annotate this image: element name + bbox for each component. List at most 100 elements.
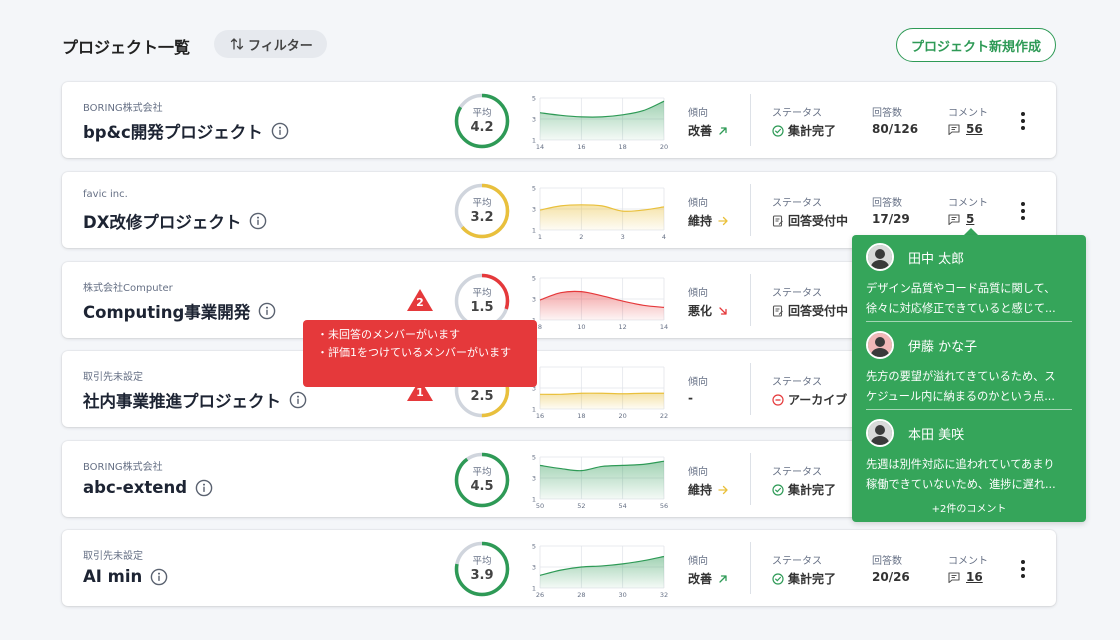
x-tick-label: 8 (538, 323, 542, 331)
comment-icon (948, 571, 960, 583)
comment-line: 先週は別件対応に追われていてあまり (866, 458, 1055, 471)
more-comments-link[interactable]: +2件のコメント (852, 500, 1086, 515)
more-options-icon[interactable] (1015, 110, 1031, 132)
minus-circle-icon (772, 393, 784, 406)
company-name: 株式会社Computer (83, 283, 173, 294)
comments-value[interactable]: 56 (948, 122, 983, 136)
x-tick-label: 16 (536, 412, 544, 420)
dot (1021, 126, 1025, 130)
company-name: BORING株式会社 (83, 103, 163, 114)
arrow-right-icon (718, 216, 728, 225)
y-tick-label: 1 (532, 227, 536, 235)
trend-value: 改善 (688, 122, 728, 139)
status-value: 集計完了 (772, 122, 836, 139)
comment-text: 先方の要望が溢れてきているため、ス ケジュール内に納まるのかという点... (866, 367, 1072, 407)
info-icon[interactable] (150, 568, 168, 586)
status-header: ステータス (772, 288, 822, 299)
more-options-icon[interactable] (1015, 558, 1031, 580)
x-tick-label: 26 (536, 591, 544, 599)
comment-text: デザイン品質やコード品質に関して、 徐々に対応修正できていると感じて... (866, 279, 1072, 319)
y-tick-label: 3 (532, 564, 536, 572)
trend-sparkline: 13516182022 (532, 364, 668, 421)
trend-value: 維持 (688, 481, 728, 498)
trend-value: 維持 (688, 212, 728, 229)
average-label: 平均 (472, 198, 492, 209)
check-circle-icon (772, 124, 784, 137)
y-tick-label: 5 (532, 543, 536, 551)
user-avatar-icon (868, 245, 892, 269)
check-circle-icon (772, 572, 784, 585)
info-icon[interactable] (195, 479, 213, 497)
trend-header: 傾向 (688, 377, 708, 388)
average-value: 4.2 (470, 120, 494, 135)
average-label: 平均 (472, 556, 492, 567)
project-name-row: abc-extend (83, 478, 213, 497)
y-tick-label: 3 (532, 475, 536, 483)
page-title: プロジェクト一覧 (62, 38, 191, 57)
company-name: 取引先未設定 (83, 372, 143, 383)
project-name[interactable]: abc-extend (83, 478, 187, 497)
warning-marker-top[interactable]: 2 (406, 288, 434, 312)
project-name[interactable]: 社内事業推進プロジェクト (83, 388, 281, 412)
comments-value[interactable]: 5 (948, 212, 974, 226)
check-circle-icon (772, 483, 784, 496)
warning-marker-bottom[interactable]: 1 (406, 378, 434, 402)
project-name[interactable]: Computing事業開発 (83, 299, 250, 323)
comments-count[interactable]: 56 (966, 122, 983, 136)
form-icon (772, 304, 783, 317)
comment-icon (948, 213, 960, 225)
project-card[interactable]: BORING株式会社 bp&c開発プロジェクト 平均 4.2 1 3 5 14 16 18 20 傾向… (62, 82, 1056, 158)
new-project-button[interactable]: プロジェクト新規作成 (895, 28, 1056, 62)
info-icon[interactable] (258, 302, 276, 320)
trend-label: 改善 (688, 124, 713, 138)
status-header: ステータス (772, 198, 822, 209)
average-score-ring: 平均 4.5 (454, 452, 510, 508)
arrow-down-right-icon (719, 306, 727, 315)
x-tick-label: 3 (621, 233, 625, 241)
average-score-ring: 平均 3.9 (454, 541, 510, 597)
average-value: 3.9 (470, 568, 494, 583)
trend-label: 悪化 (688, 304, 713, 318)
project-card[interactable]: 取引先未設定 AI min 平均 3.9 1 3 5 26 28 30 32 傾向 改善 ステータス 集計完… (62, 530, 1056, 606)
company-name: BORING株式会社 (83, 462, 163, 473)
project-name-row: bp&c開発プロジェクト (83, 119, 289, 143)
x-tick-label: 10 (577, 323, 585, 331)
project-name[interactable]: DX改修プロジェクト (83, 209, 241, 233)
average-label: 平均 (472, 467, 492, 478)
project-name[interactable]: AI min (83, 567, 142, 586)
project-name[interactable]: bp&c開発プロジェクト (83, 119, 263, 143)
y-tick-label: 5 (532, 95, 536, 103)
info-icon[interactable] (271, 122, 289, 140)
info-icon[interactable] (249, 212, 267, 230)
divider (750, 274, 751, 326)
comment-line: 稼働できていないため、進捗に遅れ... (866, 478, 1056, 491)
trend-sparkline: 1 3 5 1 2 3 4 (532, 185, 666, 242)
status-label: 集計完了 (788, 124, 837, 138)
divider (750, 363, 751, 415)
status-value: アーカイブ (772, 391, 847, 408)
filter-button[interactable]: フィルター (214, 30, 327, 58)
comments-count[interactable]: 16 (966, 570, 983, 584)
series-area (540, 556, 664, 588)
info-icon[interactable] (289, 391, 307, 409)
comment-line: 先方の要望が溢れてきているため、ス (866, 370, 1056, 383)
warning-marker-count: 1 (416, 386, 424, 399)
status-value: 集計完了 (772, 570, 836, 587)
series-area (540, 101, 664, 140)
answers-value: 17/29 (872, 212, 910, 226)
status-label: 回答受付中 (788, 214, 849, 228)
comments-header: コメント (948, 108, 988, 119)
average-score-ring: 平均 3.2 (454, 183, 510, 239)
comments-value[interactable]: 16 (948, 570, 983, 584)
comments-count[interactable]: 5 (966, 212, 974, 226)
x-tick-label: 14 (660, 323, 668, 331)
trend-sparkline: 1358101214 (532, 275, 668, 332)
x-tick-label: 18 (619, 143, 627, 151)
comment-author: 田中 太郎 (908, 252, 965, 267)
arrow-up-right-icon (719, 126, 727, 135)
user-avatar-icon (868, 421, 892, 445)
divider (866, 321, 1072, 322)
answers-value: 20/26 (872, 570, 910, 584)
x-tick-label: 50 (536, 502, 544, 510)
more-options-icon[interactable] (1015, 200, 1031, 222)
